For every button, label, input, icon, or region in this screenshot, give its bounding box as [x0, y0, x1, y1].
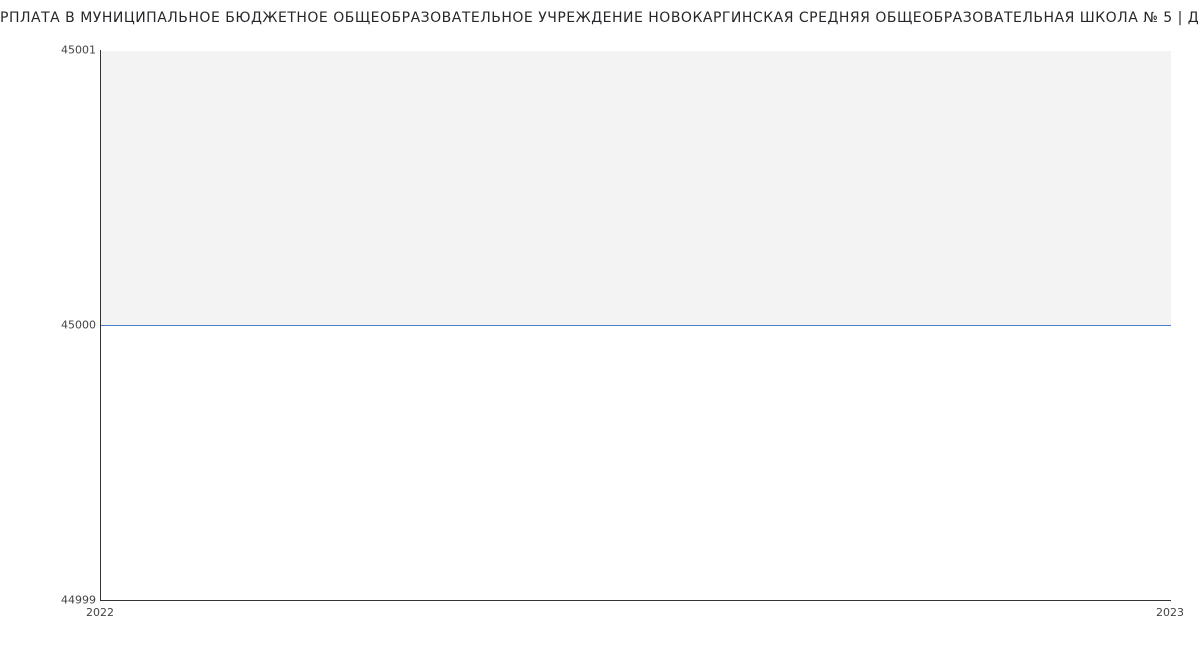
- y-tick-label: 45000: [61, 319, 96, 332]
- series-line: [101, 325, 1171, 326]
- y-tick-label: 44999: [61, 594, 96, 607]
- plot-area: [100, 50, 1171, 601]
- grid-shaded-region: [101, 50, 1171, 325]
- y-tick-label: 45001: [61, 44, 96, 57]
- grid-line-top: [101, 50, 1171, 51]
- chart-title: РПЛАТА В МУНИЦИПАЛЬНОЕ БЮДЖЕТНОЕ ОБЩЕОБР…: [0, 10, 1200, 26]
- x-tick-label: 2023: [1156, 606, 1184, 619]
- x-tick-label: 2022: [86, 606, 114, 619]
- chart-canvas: РПЛАТА В МУНИЦИПАЛЬНОЕ БЮДЖЕТНОЕ ОБЩЕОБР…: [0, 0, 1200, 650]
